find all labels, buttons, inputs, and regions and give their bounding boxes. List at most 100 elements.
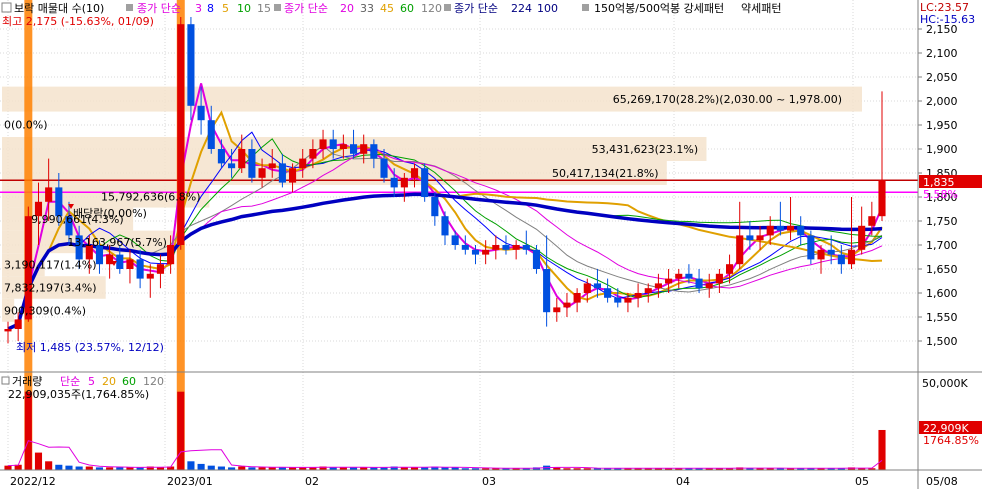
stock-chart[interactable]: 65,269,170(28.2%)(2,030.00 ~ 1,978.00) 53… — [0, 0, 982, 489]
legend-title: 보락 매물대 수(10) — [14, 2, 104, 15]
candle-body — [614, 297, 622, 303]
candle-body — [126, 259, 134, 269]
profile-label: 15,792,636(6.8%) — [101, 190, 201, 203]
high-annotation: 최고 2,175 (-15.63%, 01/09) — [2, 15, 154, 28]
candle-body — [654, 283, 662, 289]
candle-body — [248, 149, 256, 178]
legend-ma-15: 15 — [257, 2, 271, 15]
volume-bar — [217, 466, 225, 470]
legend-ma-20: 20 — [340, 2, 354, 15]
volume-legend-ma-60: 60 — [122, 375, 136, 388]
price-tick-label: 1,900 — [926, 143, 958, 156]
legend-ma-45: 45 — [380, 2, 394, 15]
price-tick-label: 1,750 — [926, 215, 958, 228]
candle-body — [878, 180, 886, 217]
candle-body — [349, 144, 358, 154]
profile-label: 7,832,197(3.4%) — [4, 281, 97, 294]
candle-body — [583, 283, 591, 293]
price-tick-label: 1,700 — [926, 239, 958, 252]
legend-ma2-label: 종가 단순 — [284, 2, 328, 15]
candle-body — [329, 139, 337, 149]
profile-label: 0(0.0%) — [4, 118, 48, 131]
volume-current-text: 22,909,035주(1,764.85%) — [8, 388, 149, 401]
candle-body — [207, 120, 215, 149]
candle-body — [116, 254, 124, 269]
candle-body — [766, 225, 774, 236]
date-tick-label: 2022/12 — [10, 475, 56, 488]
volume-legend-ma-20: 20 — [102, 375, 116, 388]
candle-body — [502, 245, 510, 250]
date-tick-label: 03 — [482, 475, 496, 488]
legend-ma2-swatch — [274, 4, 281, 11]
candle-body — [512, 245, 520, 250]
candle-body — [807, 235, 815, 260]
profile-label: 900,309(0.4%) — [4, 304, 86, 317]
date-tick-label: 05 — [855, 475, 869, 488]
volume-bar — [34, 452, 43, 470]
candle-body — [441, 216, 449, 236]
legend-pattern-label: 150억봉/500억봉 강세패턴 — [594, 2, 724, 15]
volume-legend-ma-5: 5 — [88, 375, 95, 388]
candle-body — [4, 329, 12, 332]
volume-bar — [207, 465, 215, 470]
volume-legend-ma-label: 단순 — [60, 375, 80, 388]
candle-body — [604, 288, 612, 298]
candle-body — [776, 225, 784, 231]
candle-body — [695, 278, 703, 289]
candle-body — [492, 245, 500, 250]
volume-legend-ma-120: 120 — [143, 375, 164, 388]
candle-body — [471, 249, 480, 255]
volume-bar — [187, 461, 195, 470]
legend-ma-60: 60 — [400, 2, 414, 15]
candle-body — [431, 197, 439, 217]
price-tick-label: 2,100 — [926, 47, 958, 60]
volume-bar — [85, 466, 93, 470]
price-tick-label: 1,950 — [926, 119, 958, 132]
volume-bar — [878, 429, 886, 470]
price-tick-label: 2,000 — [926, 95, 958, 108]
candle-body — [593, 283, 601, 289]
legend-ma3-swatch — [444, 4, 451, 11]
candle-body — [421, 168, 429, 197]
candle-body — [167, 245, 175, 265]
candle-body — [156, 264, 164, 274]
candle-body — [299, 158, 307, 169]
candle-body — [756, 235, 764, 241]
legend-checkbox[interactable] — [1, 2, 12, 13]
legend-pattern-swatch — [582, 4, 589, 11]
volume-bar — [177, 391, 185, 470]
candle-body — [319, 139, 327, 149]
candle-body — [522, 245, 530, 250]
volume-bar — [197, 463, 205, 470]
price-tick-label: 1,550 — [926, 311, 958, 324]
legend-ma-120: 120 — [421, 2, 442, 15]
candle-body — [715, 273, 723, 284]
volume-bar — [24, 391, 32, 470]
profile-label: 13,163,967(5.7%) — [67, 236, 167, 249]
candle-body — [45, 187, 53, 202]
profile-label: 53,431,623(23.1%) — [592, 143, 699, 156]
volume-bar — [55, 464, 63, 470]
profile-label: 65,269,170(28.2%)(2,030.00 ~ 1,978.00) — [613, 93, 842, 106]
candle-body — [573, 293, 581, 303]
candle-body — [624, 297, 632, 303]
candle-body — [268, 163, 276, 169]
candle-body — [217, 149, 225, 164]
candle-body — [675, 273, 683, 279]
candle-body — [146, 273, 154, 279]
candle-body — [553, 307, 561, 313]
legend-ma-8: 8 — [207, 2, 214, 15]
candle-body — [360, 144, 368, 154]
candle-body — [14, 319, 22, 329]
volume-legend-checkbox[interactable] — [1, 376, 10, 385]
candle-body — [665, 278, 673, 284]
candle-body — [736, 235, 744, 265]
price-tick-label: 1,650 — [926, 263, 958, 276]
price-tick-label: 1,600 — [926, 287, 958, 300]
volume-axis-top: 50,000K — [922, 377, 968, 390]
candle-body — [543, 269, 551, 313]
xaxis-last-date: 05/08 — [926, 475, 958, 488]
volume-bar — [65, 465, 73, 470]
volume-bar — [45, 461, 53, 470]
candle-body — [400, 177, 408, 188]
